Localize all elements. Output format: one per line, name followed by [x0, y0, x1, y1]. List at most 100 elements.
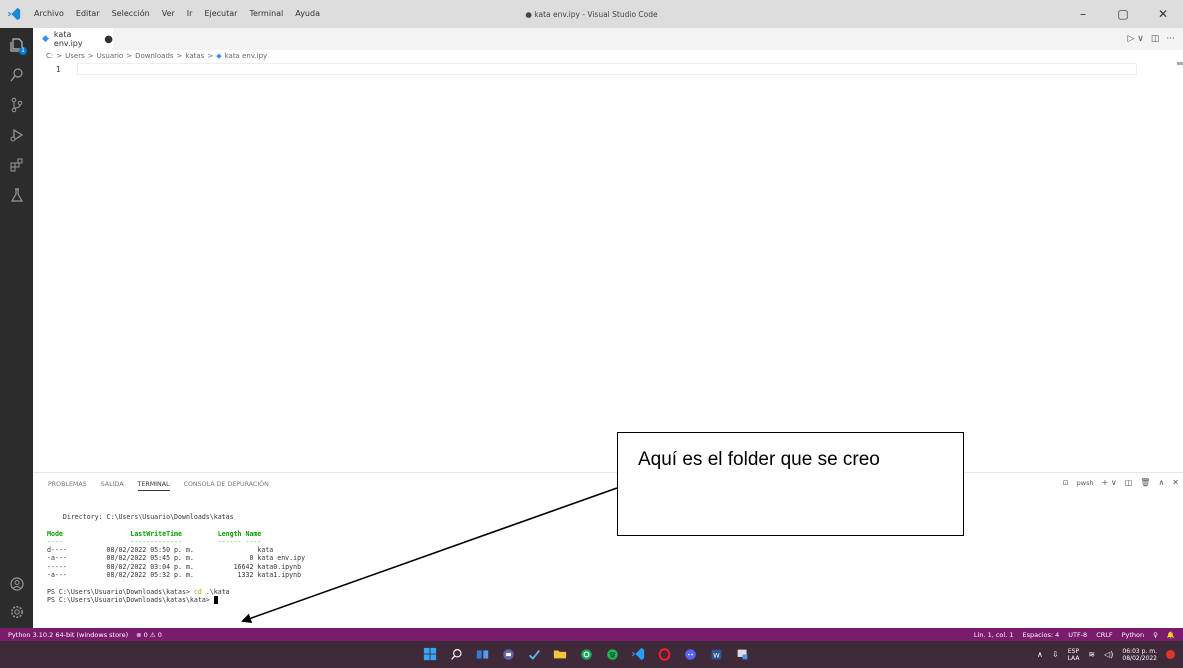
menu-ir[interactable]: Ir: [181, 0, 199, 28]
account-icon[interactable]: [0, 569, 33, 599]
tab-terminal[interactable]: TERMINAL: [137, 481, 170, 491]
breadcrumb-item[interactable]: Usuario: [97, 52, 124, 60]
notifications-bell-icon[interactable]: 🔔: [1167, 631, 1175, 639]
split-terminal-button[interactable]: ◫: [1125, 478, 1133, 487]
vscode-logo-icon: [0, 0, 28, 28]
bottom-panel: PROBLEMAS SALIDA TERMINAL CONSOLA DE DEP…: [33, 472, 1183, 628]
feedback-icon[interactable]: ♀: [1153, 631, 1158, 639]
snipping-tool-icon[interactable]: [733, 645, 751, 663]
extensions-icon[interactable]: [0, 150, 33, 180]
new-terminal-button[interactable]: + ∨: [1102, 478, 1117, 487]
volume-icon[interactable]: ◁): [1104, 650, 1113, 659]
terminal-output[interactable]: Directory: C:\Users\Usuario\Downloads\ka…: [47, 513, 305, 604]
window-controls: – ▢ ✕: [1063, 0, 1183, 28]
kill-terminal-button[interactable]: 🗑: [1140, 478, 1150, 487]
problems-status[interactable]: ⊗ 0 ⚠ 0: [136, 631, 162, 639]
run-debug-icon[interactable]: [0, 120, 33, 150]
terminal-table-rule: ---- ------------- ------ ----: [47, 537, 262, 546]
unsaved-dot-icon[interactable]: ●: [104, 34, 113, 45]
breadcrumb-item[interactable]: katas: [185, 52, 204, 60]
editor-actions: ▷ ∨ ◫ ···: [1128, 28, 1175, 50]
tray-usb-icon[interactable]: ⇩: [1052, 650, 1059, 659]
menu-ayuda[interactable]: Ayuda: [289, 0, 326, 28]
vscode-taskbar-icon[interactable]: [629, 645, 647, 663]
terminal-shell-name[interactable]: pwsh: [1077, 479, 1094, 487]
task-view-icon[interactable]: [473, 645, 491, 663]
taskbar-apps: W: [421, 645, 751, 663]
terminal-row: -a--- 08/02/2022 05:32 p. m. 1332 kata1.…: [47, 571, 302, 580]
menu-editar[interactable]: Editar: [70, 0, 106, 28]
menu-seleccion[interactable]: Selección: [106, 0, 156, 28]
eol-status[interactable]: CRLF: [1096, 631, 1112, 639]
search-icon[interactable]: [0, 60, 33, 90]
cursor-position-status[interactable]: Lín. 1, col. 1: [974, 631, 1014, 639]
split-editor-button[interactable]: ◫: [1151, 34, 1160, 44]
close-button[interactable]: ✕: [1143, 0, 1183, 28]
tab-debug-console[interactable]: CONSOLA DE DEPURACIÓN: [184, 481, 269, 491]
breadcrumb: C: > Users > Usuario > Downloads > katas…: [46, 50, 267, 62]
notification-center-icon[interactable]: [1166, 650, 1175, 659]
annotation-callout: Aquí es el folder que se creo: [617, 432, 964, 536]
panel-actions: ⊡ pwsh + ∨ ◫ 🗑 ∧ ✕: [1063, 478, 1179, 487]
maximize-panel-button[interactable]: ∧: [1158, 478, 1164, 487]
word-icon[interactable]: W: [707, 645, 725, 663]
editor-tabs-bar: ◆ kata env.ipy ● ▷ ∨ ◫ ···: [33, 28, 1183, 50]
clock[interactable]: 06:03 p. m. 08/02/2022: [1122, 648, 1157, 662]
python-file-icon: ◆: [42, 34, 49, 44]
opera-icon[interactable]: [655, 645, 673, 663]
svg-text:W: W: [713, 651, 720, 659]
indentation-status[interactable]: Espacios: 4: [1022, 631, 1059, 639]
file-explorer-icon[interactable]: [551, 645, 569, 663]
menu-bar: Archivo Editar Selección Ver Ir Ejecutar…: [28, 0, 326, 28]
spotify-icon[interactable]: [603, 645, 621, 663]
explorer-icon[interactable]: 1: [0, 30, 33, 60]
run-file-button[interactable]: ▷ ∨: [1128, 34, 1144, 44]
system-tray: ∧ ⇩ ESP LAA ≋ ◁) 06:03 p. m. 08/02/2022: [1037, 641, 1175, 668]
terminal-row: -a--- 08/02/2022 05:45 p. m. 0 kata env.…: [47, 554, 306, 563]
discord-icon[interactable]: [681, 645, 699, 663]
taskbar-search-icon[interactable]: [447, 645, 465, 663]
activity-bar: 1: [0, 28, 33, 628]
maximize-button[interactable]: ▢: [1103, 0, 1143, 28]
menu-ver[interactable]: Ver: [156, 0, 181, 28]
terminal-directory-line: Directory: C:\Users\Usuario\Downloads\ka…: [47, 513, 234, 521]
terminal-table-header: Mode LastWriteTime Length Name: [47, 529, 262, 538]
terminal-command: cd: [193, 587, 202, 596]
menu-archivo[interactable]: Archivo: [28, 0, 70, 28]
python-interpreter-status[interactable]: Python 3.10.2 64-bit (windows store): [8, 631, 128, 639]
breadcrumb-item[interactable]: Downloads: [135, 52, 173, 60]
input-language[interactable]: ESP LAA: [1068, 648, 1080, 662]
title-bar: Archivo Editar Selección Ver Ir Ejecutar…: [0, 0, 1183, 28]
windows-start-icon[interactable]: [421, 645, 439, 663]
teams-chat-icon[interactable]: [499, 645, 517, 663]
app-green-icon[interactable]: [577, 645, 595, 663]
breadcrumb-item[interactable]: C:: [46, 52, 53, 60]
source-control-icon[interactable]: [0, 90, 33, 120]
menu-terminal[interactable]: Terminal: [243, 0, 289, 28]
encoding-status[interactable]: UTF-8: [1068, 631, 1087, 639]
language-mode-status[interactable]: Python: [1122, 631, 1145, 639]
tab-problems[interactable]: PROBLEMAS: [48, 481, 87, 491]
breadcrumb-item[interactable]: Users: [65, 52, 85, 60]
current-line-highlight: [77, 63, 1137, 75]
panel-tabs: PROBLEMAS SALIDA TERMINAL CONSOLA DE DEP…: [48, 481, 269, 491]
more-actions-button[interactable]: ···: [1166, 34, 1175, 44]
testing-icon[interactable]: [0, 180, 33, 210]
minimize-button[interactable]: –: [1063, 0, 1103, 28]
tray-chevron-icon[interactable]: ∧: [1037, 650, 1043, 659]
breadcrumb-item[interactable]: kata env.ipy: [225, 52, 268, 60]
tab-output[interactable]: SALIDA: [101, 481, 124, 491]
screen: Archivo Editar Selección Ver Ir Ejecutar…: [0, 0, 1183, 668]
breadcrumb-separator: >: [56, 52, 63, 60]
terminal-row: ----- 08/02/2022 03:04 p. m. 16642 kata0…: [47, 562, 302, 571]
tab-kata-env[interactable]: ◆ kata env.ipy ●: [33, 28, 113, 50]
clock-date: 08/02/2022: [1122, 654, 1157, 662]
terminal-shell-icon: ⊡: [1062, 478, 1069, 487]
close-panel-button[interactable]: ✕: [1172, 478, 1179, 487]
steam-icon[interactable]: [525, 645, 543, 663]
wifi-icon[interactable]: ≋: [1088, 650, 1095, 659]
menu-ejecutar[interactable]: Ejecutar: [198, 0, 243, 28]
editor-area[interactable]: 1: [33, 62, 1183, 472]
manage-gear-icon[interactable]: [0, 597, 33, 627]
overview-ruler-mark: [1177, 62, 1183, 65]
